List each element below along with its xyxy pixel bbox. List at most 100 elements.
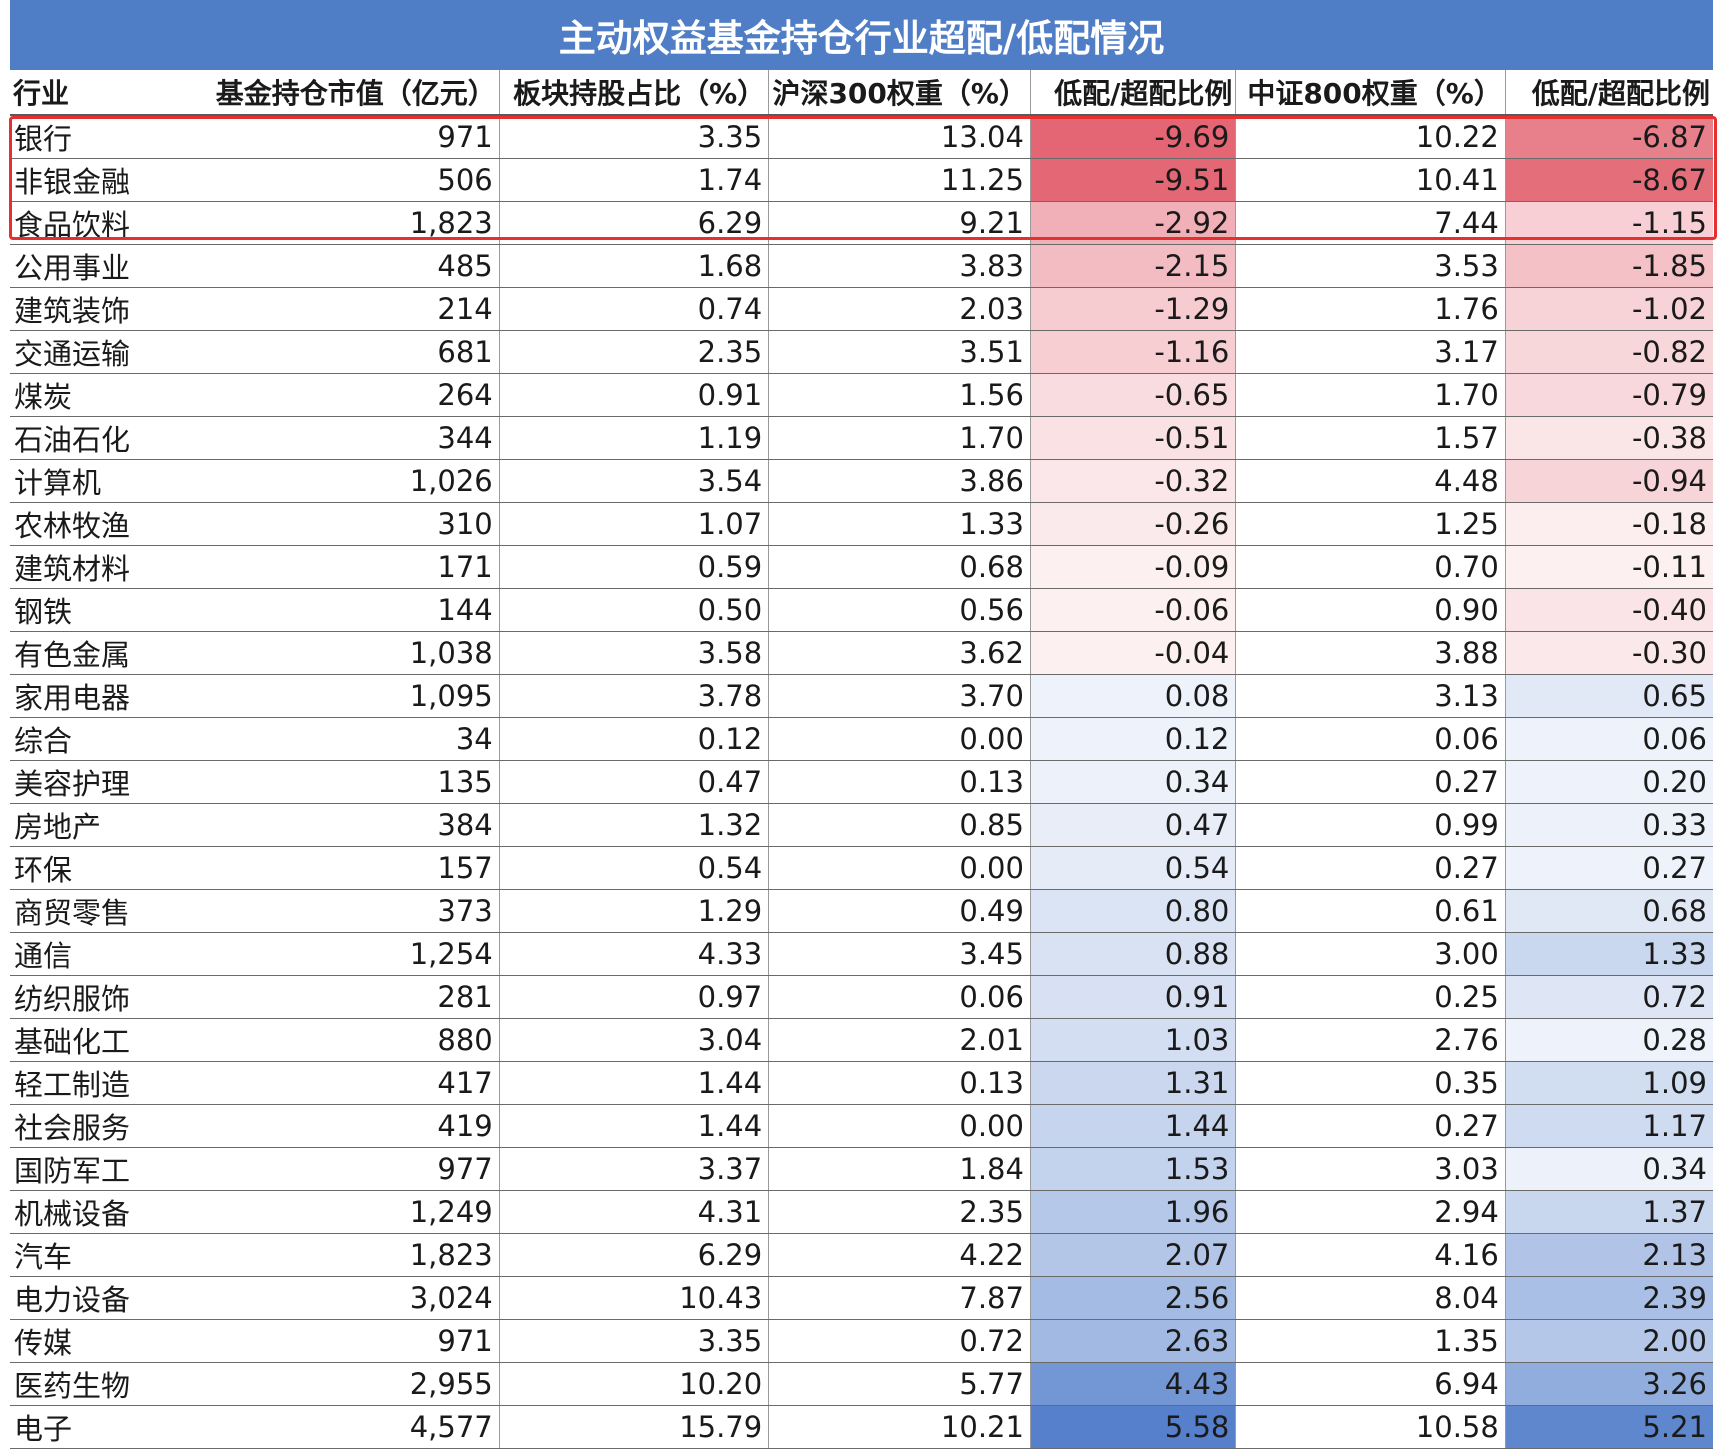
value-cell: 1.35 (1235, 1319, 1506, 1363)
table-row: 煤炭 264 0.91 1.56 -0.65 1.70 -0.79 (10, 373, 1713, 417)
value-cell: 0.13 (768, 760, 1031, 804)
table-row: 美容护理 135 0.47 0.13 0.34 0.27 0.20 (10, 760, 1713, 804)
value-cell: 10.20 (499, 1362, 770, 1406)
column-header: 沪深300权重（%） (768, 70, 1031, 116)
value-cell: 0.06 (768, 975, 1031, 1019)
ratio-cell: 2.07 (1030, 1233, 1237, 1277)
value-cell: 310 (186, 502, 500, 546)
ratio-cell: 0.65 (1505, 674, 1713, 718)
ratio-cell: -0.04 (1030, 631, 1237, 675)
value-cell: 1,254 (186, 932, 500, 976)
ratio-cell: -0.06 (1030, 588, 1237, 632)
value-cell: 7.44 (1235, 201, 1506, 245)
value-cell: 0.56 (768, 588, 1031, 632)
value-cell: 3.51 (768, 330, 1031, 374)
ratio-cell: -0.82 (1505, 330, 1713, 374)
value-cell: 0.97 (499, 975, 770, 1019)
ratio-cell: 1.17 (1505, 1104, 1713, 1148)
value-cell: 1.74 (499, 158, 770, 202)
value-cell: 0.12 (499, 717, 770, 761)
industry-cell: 建筑装饰 (10, 287, 187, 331)
industry-cell: 纺织服饰 (10, 975, 187, 1019)
table-row: 纺织服饰 281 0.97 0.06 0.91 0.25 0.72 (10, 975, 1713, 1019)
ratio-cell: 1.03 (1030, 1018, 1237, 1062)
value-cell: 10.22 (1235, 115, 1506, 159)
industry-cell: 交通运输 (10, 330, 187, 374)
ratio-cell: 1.31 (1030, 1061, 1237, 1105)
table-row: 农林牧渔 310 1.07 1.33 -0.26 1.25 -0.18 (10, 502, 1713, 546)
industry-cell: 煤炭 (10, 373, 187, 417)
ratio-cell: 0.12 (1030, 717, 1237, 761)
table-row: 有色金属 1,038 3.58 3.62 -0.04 3.88 -0.30 (10, 631, 1713, 675)
column-header: 基金持仓市值（亿元） (186, 70, 500, 116)
table-row: 钢铁 144 0.50 0.56 -0.06 0.90 -0.40 (10, 588, 1713, 632)
table-title: 主动权益基金持仓行业超配/低配情况 (10, 0, 1713, 70)
value-cell: 1.07 (499, 502, 770, 546)
value-cell: 13.04 (768, 115, 1031, 159)
value-cell: 0.50 (499, 588, 770, 632)
industry-cell: 环保 (10, 846, 187, 890)
value-cell: 3.86 (768, 459, 1031, 503)
ratio-cell: -2.15 (1030, 244, 1237, 288)
value-cell: 0.00 (768, 1104, 1031, 1148)
ratio-cell: 5.21 (1505, 1405, 1713, 1449)
value-cell: 10.41 (1235, 158, 1506, 202)
ratio-cell: -0.11 (1505, 545, 1713, 589)
ratio-cell: 0.08 (1030, 674, 1237, 718)
value-cell: 1.44 (499, 1104, 770, 1148)
table-row: 传媒 971 3.35 0.72 2.63 1.35 2.00 (10, 1319, 1713, 1363)
ratio-cell: 1.33 (1505, 932, 1713, 976)
value-cell: 3.53 (1235, 244, 1506, 288)
value-cell: 1.57 (1235, 416, 1506, 460)
value-cell: 1,038 (186, 631, 500, 675)
industry-cell: 轻工制造 (10, 1061, 187, 1105)
ratio-cell: 0.33 (1505, 803, 1713, 847)
industry-cell: 电力设备 (10, 1276, 187, 1320)
value-cell: 8.04 (1235, 1276, 1506, 1320)
ratio-cell: 0.68 (1505, 889, 1713, 933)
column-header: 行业 (10, 70, 187, 116)
industry-cell: 钢铁 (10, 588, 187, 632)
value-cell: 135 (186, 760, 500, 804)
value-cell: 417 (186, 1061, 500, 1105)
value-cell: 0.70 (1235, 545, 1506, 589)
value-cell: 3.37 (499, 1147, 770, 1191)
industry-cell: 食品饮料 (10, 201, 187, 245)
ratio-cell: 0.72 (1505, 975, 1713, 1019)
ratio-cell: 2.39 (1505, 1276, 1713, 1320)
table-row: 国防军工 977 3.37 1.84 1.53 3.03 0.34 (10, 1147, 1713, 1191)
industry-cell: 家用电器 (10, 674, 187, 718)
value-cell: 0.72 (768, 1319, 1031, 1363)
value-cell: 977 (186, 1147, 500, 1191)
value-cell: 171 (186, 545, 500, 589)
ratio-cell: -0.38 (1505, 416, 1713, 460)
value-cell: 971 (186, 1319, 500, 1363)
table-row: 非银金融 506 1.74 11.25 -9.51 10.41 -8.67 (10, 158, 1713, 202)
value-cell: 0.85 (768, 803, 1031, 847)
industry-cell: 传媒 (10, 1319, 187, 1363)
value-cell: 0.74 (499, 287, 770, 331)
value-cell: 3.00 (1235, 932, 1506, 976)
table-row: 商贸零售 373 1.29 0.49 0.80 0.61 0.68 (10, 889, 1713, 933)
value-cell: 3,024 (186, 1276, 500, 1320)
value-cell: 281 (186, 975, 500, 1019)
value-cell: 1.19 (499, 416, 770, 460)
table-row: 银行 971 3.35 13.04 -9.69 10.22 -6.87 (10, 115, 1713, 159)
ratio-cell: -0.65 (1030, 373, 1237, 417)
ratio-cell: 2.63 (1030, 1319, 1237, 1363)
value-cell: 0.99 (1235, 803, 1506, 847)
table-row: 轻工制造 417 1.44 0.13 1.31 0.35 1.09 (10, 1061, 1713, 1105)
ratio-cell: -0.09 (1030, 545, 1237, 589)
value-cell: 9.21 (768, 201, 1031, 245)
ratio-cell: -1.15 (1505, 201, 1713, 245)
value-cell: 3.35 (499, 1319, 770, 1363)
value-cell: 3.17 (1235, 330, 1506, 374)
ratio-cell: 0.06 (1505, 717, 1713, 761)
value-cell: 1.76 (1235, 287, 1506, 331)
value-cell: 6.94 (1235, 1362, 1506, 1406)
value-cell: 1.70 (1235, 373, 1506, 417)
table-row: 环保 157 0.54 0.00 0.54 0.27 0.27 (10, 846, 1713, 890)
table-row: 综合 34 0.12 0.00 0.12 0.06 0.06 (10, 717, 1713, 761)
value-cell: 3.04 (499, 1018, 770, 1062)
ratio-cell: 0.20 (1505, 760, 1713, 804)
